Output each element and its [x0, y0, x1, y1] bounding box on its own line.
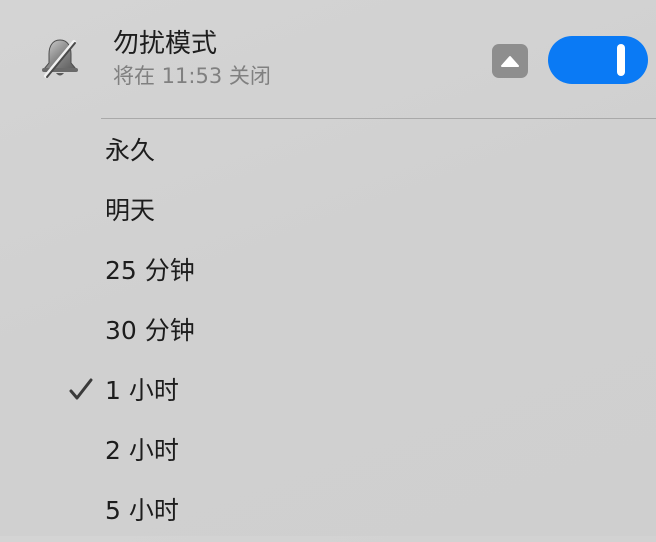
dnd-title: 勿扰模式 [113, 29, 218, 59]
header-divider [101, 118, 656, 119]
menu-item-label: 2 小时 [105, 436, 179, 465]
menu-item-label: 明天 [105, 196, 156, 225]
dnd-toggle[interactable] [548, 36, 648, 84]
menu-item-1-hour[interactable]: 1 小时 [0, 362, 656, 422]
menu-item-forever[interactable]: 永久 [0, 122, 656, 182]
chevron-up-icon [501, 56, 519, 67]
do-not-disturb-panel: 勿扰模式 将在 11:53 关闭 永久 明天 25 分钟 30 分钟 1 小时 … [0, 0, 656, 536]
menu-item-2-hours[interactable]: 2 小时 [0, 422, 656, 482]
menu-item-5-hours[interactable]: 5 小时 [0, 482, 656, 542]
menu-item-label: 永久 [105, 136, 156, 165]
menu-item-label: 1 小时 [105, 376, 179, 405]
menu-item-25-minutes[interactable]: 25 分钟 [0, 242, 656, 302]
menu-item-label: 5 小时 [105, 496, 179, 525]
menu-item-label: 25 分钟 [105, 256, 195, 285]
dnd-end-time: 将在 11:53 关闭 [113, 64, 271, 88]
menu-item-tomorrow[interactable]: 明天 [0, 182, 656, 242]
toggle-knob [617, 44, 625, 76]
collapse-button[interactable] [492, 44, 528, 78]
menu-item-label: 30 分钟 [105, 316, 195, 345]
menu-item-30-minutes[interactable]: 30 分钟 [0, 302, 656, 362]
duration-menu: 永久 明天 25 分钟 30 分钟 1 小时 2 小时 5 小时 [0, 122, 656, 542]
checkmark-icon [68, 377, 94, 403]
dnd-header: 勿扰模式 将在 11:53 关闭 [0, 0, 656, 118]
bell-slash-icon [38, 36, 82, 80]
